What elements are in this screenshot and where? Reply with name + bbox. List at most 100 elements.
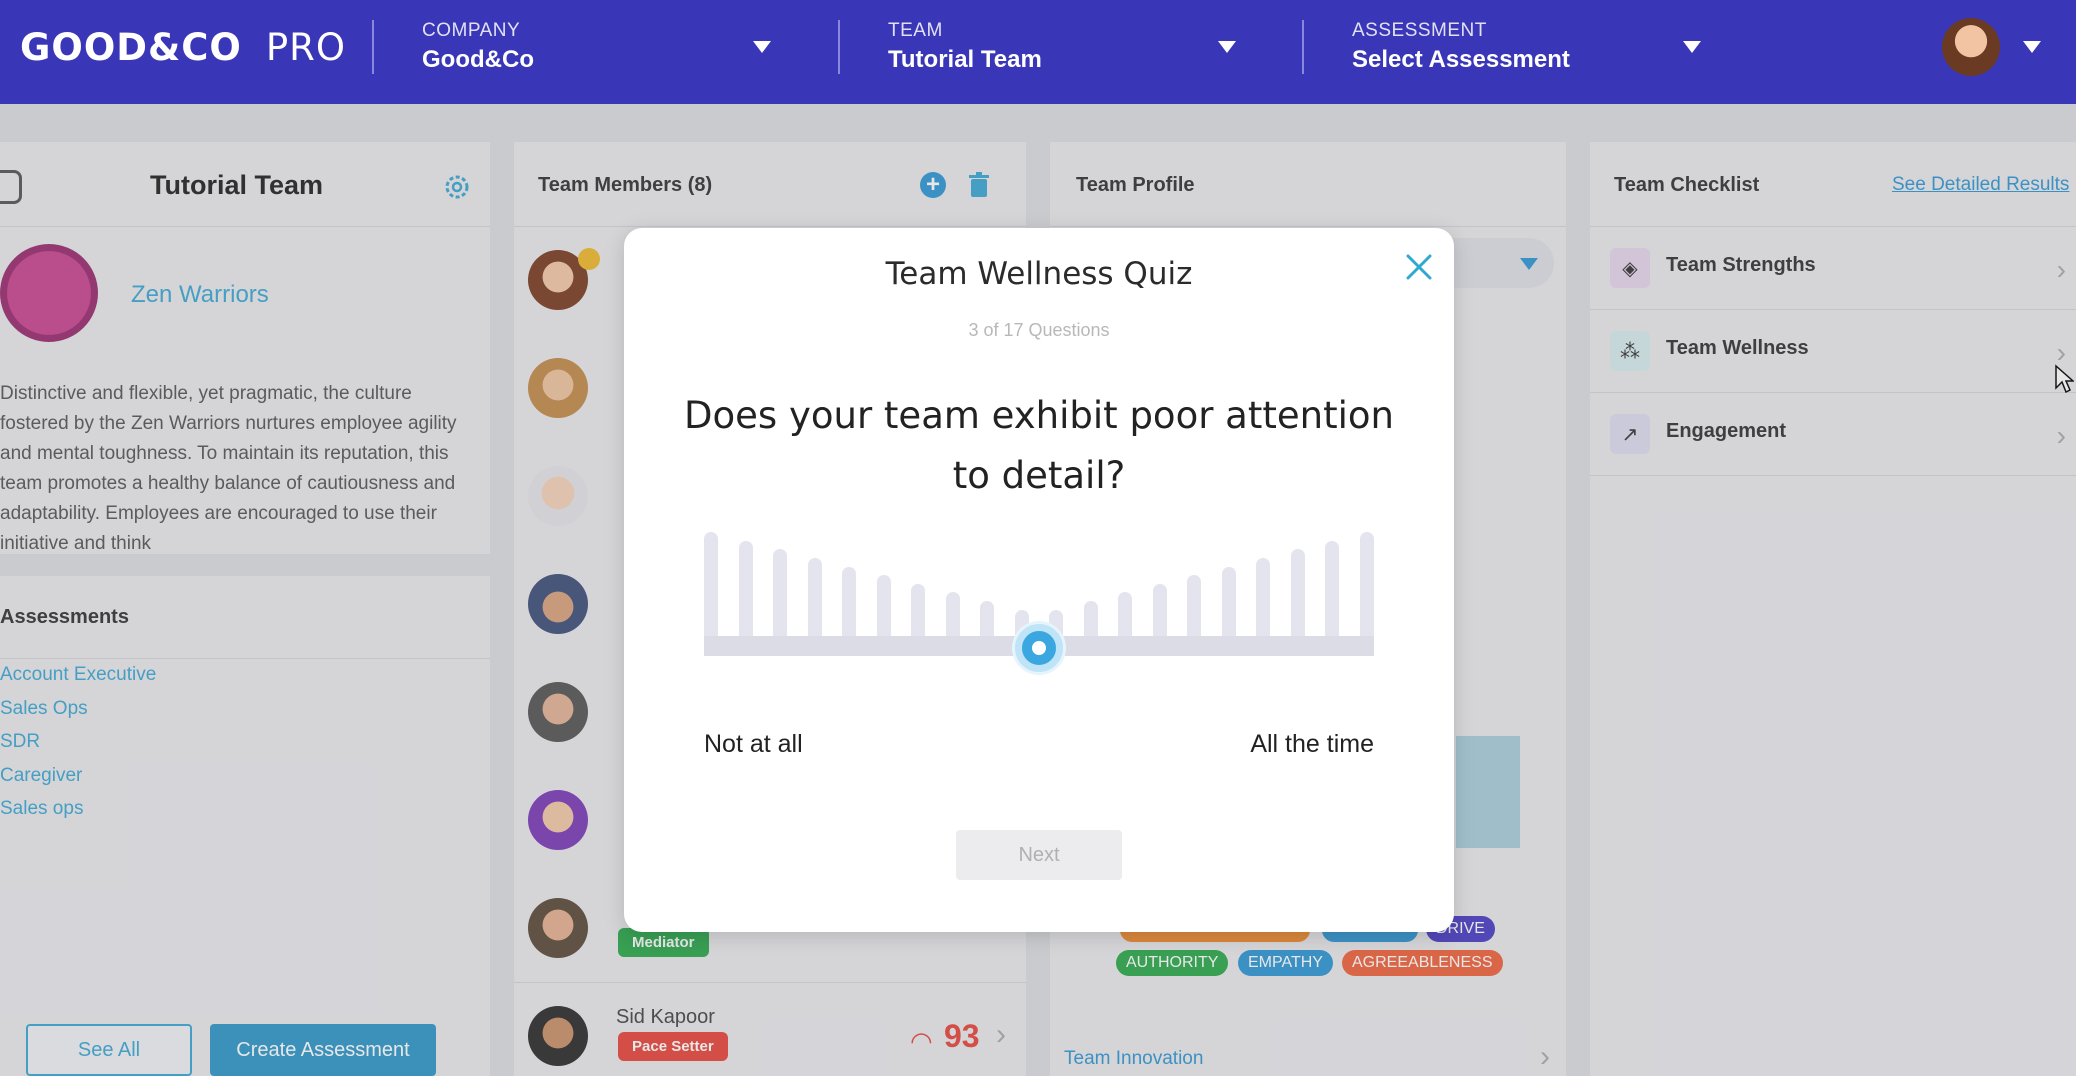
scale-bar — [911, 583, 926, 636]
divider — [1050, 226, 1566, 227]
see-detailed-results-link[interactable]: See Detailed Results — [1892, 174, 2069, 196]
g-icon — [0, 170, 22, 204]
member-name: Sid Kapoor — [616, 1006, 715, 1028]
see-all-button[interactable]: See All — [26, 1024, 192, 1076]
assessments-list: Account Executive Sales Ops SDR Caregive… — [0, 664, 156, 832]
create-assessment-button[interactable]: Create Assessment — [210, 1024, 436, 1076]
chevron-down-icon[interactable] — [2023, 41, 2041, 53]
question-text: Does your team exhibit poor attention to… — [684, 394, 1394, 497]
member-avatar[interactable] — [528, 790, 588, 850]
team-value: Tutorial Team — [888, 46, 1042, 73]
team-innovation-link[interactable]: Team Innovation — [1064, 1048, 1203, 1070]
diamond-icon: ◈ — [1610, 248, 1650, 288]
scale-bar — [876, 575, 891, 636]
gear-icon[interactable] — [442, 172, 472, 202]
scale-bar — [1152, 583, 1167, 636]
company-value: Good&Co — [422, 46, 534, 73]
member-avatar[interactable] — [528, 358, 588, 418]
scale-bar — [773, 549, 788, 636]
chart-icon: ↗ — [1610, 414, 1650, 454]
scale-bar — [1290, 549, 1305, 636]
scale-min-label: Not at all — [704, 730, 803, 758]
profile-dropdown[interactable] — [1450, 238, 1554, 288]
divider — [838, 20, 840, 74]
scale-bar — [1083, 601, 1098, 636]
member-avatar[interactable] — [528, 1006, 588, 1066]
team-title: Tutorial Team — [150, 170, 324, 200]
scale-bar — [842, 566, 857, 636]
quiz-modal: Team Wellness Quiz 3 of 17 Questions Doe… — [624, 228, 1454, 932]
scale-bar — [1221, 566, 1236, 636]
divider — [1302, 20, 1304, 74]
checklist-item-engagement[interactable]: ↗ Engagement › — [1590, 392, 2076, 475]
checklist-item-label: Team Wellness — [1666, 337, 1809, 359]
role-badge: Mediator — [618, 928, 709, 957]
add-member-icon[interactable]: + — [920, 172, 946, 198]
trait-tag: AUTHORITY — [1116, 950, 1229, 976]
scale-bar — [945, 592, 960, 636]
top-navigation-bar: GOOD&CO PRO COMPANY Good&Co TEAM Tutorial… — [0, 0, 2076, 104]
profile-chart-block — [1456, 736, 1520, 848]
assessment-link[interactable]: Sales Ops — [0, 698, 156, 732]
divider — [0, 226, 490, 227]
scale-max-label: All the time — [1250, 730, 1374, 758]
assessment-link[interactable]: Caregiver — [0, 765, 156, 799]
checklist-item-label: Team Strengths — [1666, 254, 1816, 276]
member-avatar[interactable] — [528, 682, 588, 742]
culture-description: Distinctive and flexible, yet pragmatic,… — [0, 383, 457, 554]
scale-bar — [1325, 540, 1340, 636]
checklist-item-label: Engagement — [1666, 420, 1787, 442]
member-avatar[interactable] — [528, 574, 588, 634]
chevron-right-icon: › — [2056, 420, 2066, 451]
assessments-heading: Assessments — [0, 606, 129, 628]
assessment-label: ASSESSMENT — [1352, 20, 1487, 41]
member-avatar[interactable] — [528, 898, 588, 958]
assessment-link[interactable]: SDR — [0, 731, 156, 765]
trait-tag: EMPATHY — [1238, 950, 1333, 976]
mouse-cursor-icon — [2055, 364, 2074, 394]
scale-bar — [1118, 592, 1133, 636]
culture-avatar — [0, 244, 98, 342]
chevron-down-icon[interactable] — [753, 41, 771, 53]
modal-title: Team Wellness Quiz — [885, 256, 1193, 292]
team-selector[interactable]: TEAM Tutorial Team — [888, 20, 1042, 74]
divider — [0, 658, 490, 659]
company-selector[interactable]: COMPANY Good&Co — [422, 20, 534, 74]
chevron-down-icon[interactable] — [1520, 258, 1538, 270]
divider — [514, 226, 1026, 227]
divider — [372, 20, 374, 74]
scale-bar — [738, 540, 753, 636]
checklist-item-team-strengths[interactable]: ◈ Team Strengths › — [1590, 226, 2076, 309]
trait-tag: AGREEABLENESS — [1342, 950, 1503, 976]
assessment-link[interactable]: Sales ops — [0, 798, 156, 832]
culture-name[interactable]: Zen Warriors — [131, 281, 269, 309]
divider — [514, 982, 1026, 983]
likert-slider[interactable] — [704, 532, 1374, 674]
slider-handle[interactable] — [1015, 624, 1063, 672]
chevron-down-icon[interactable] — [1218, 41, 1236, 53]
checklist-item-team-wellness[interactable]: ⁂ Team Wellness › — [1590, 309, 2076, 392]
trash-icon[interactable] — [968, 172, 990, 198]
scale-bar — [1256, 557, 1271, 636]
member-avatar[interactable] — [528, 466, 588, 526]
role-badge: Pace Setter — [618, 1032, 728, 1061]
team-profile-heading: Team Profile — [1076, 174, 1195, 196]
close-icon[interactable] — [1404, 252, 1434, 282]
member-score: 93 — [944, 1018, 980, 1054]
scale-bar — [807, 557, 822, 636]
user-avatar[interactable] — [1942, 18, 2000, 76]
assessment-selector[interactable]: ASSESSMENT Select Assessment — [1352, 20, 1570, 74]
scale-bar — [1187, 575, 1202, 636]
next-button[interactable]: Next — [956, 830, 1122, 880]
gauge-icon: ◠ — [910, 1026, 933, 1056]
team-label: TEAM — [888, 20, 943, 41]
chevron-right-icon: › — [2056, 254, 2066, 285]
app-logo[interactable]: GOOD&CO PRO — [20, 26, 346, 69]
team-members-heading: Team Members (8) — [538, 174, 713, 196]
chevron-down-icon[interactable] — [1683, 41, 1701, 53]
assessment-link[interactable]: Account Executive — [0, 664, 156, 698]
chevron-right-icon[interactable]: › — [1540, 1040, 1550, 1074]
scale-bar — [1360, 532, 1374, 636]
team-checklist-heading: Team Checklist — [1614, 174, 1760, 196]
chevron-right-icon[interactable]: › — [996, 1018, 1006, 1052]
